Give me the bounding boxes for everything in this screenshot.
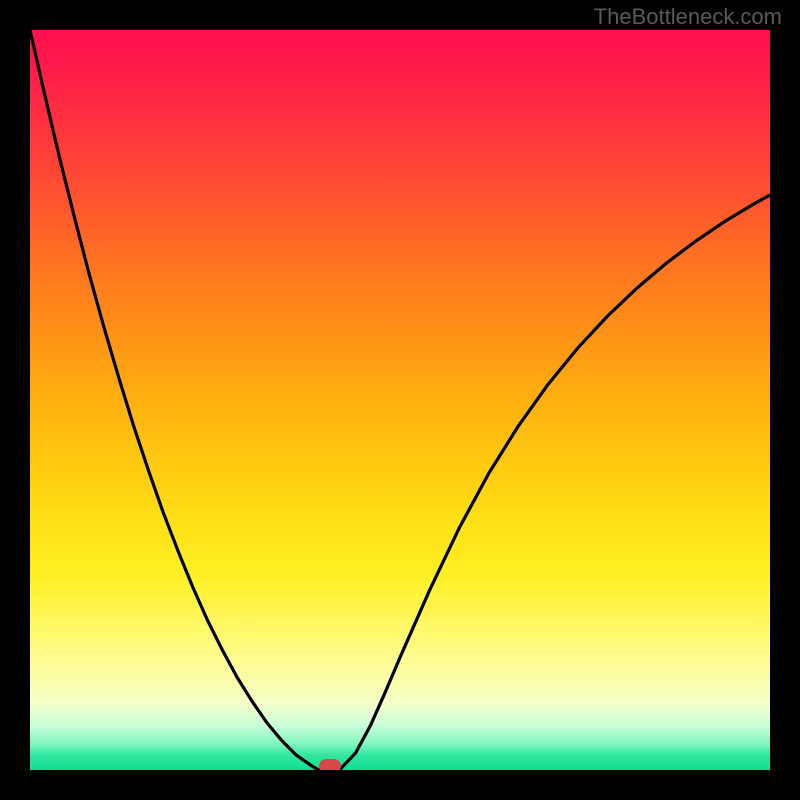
chart-curve-svg bbox=[30, 30, 770, 770]
chart-plot-area bbox=[30, 30, 770, 770]
bottleneck-curve bbox=[30, 30, 770, 770]
data-point-marker bbox=[319, 759, 341, 770]
watermark-text: TheBottleneck.com bbox=[594, 4, 782, 30]
